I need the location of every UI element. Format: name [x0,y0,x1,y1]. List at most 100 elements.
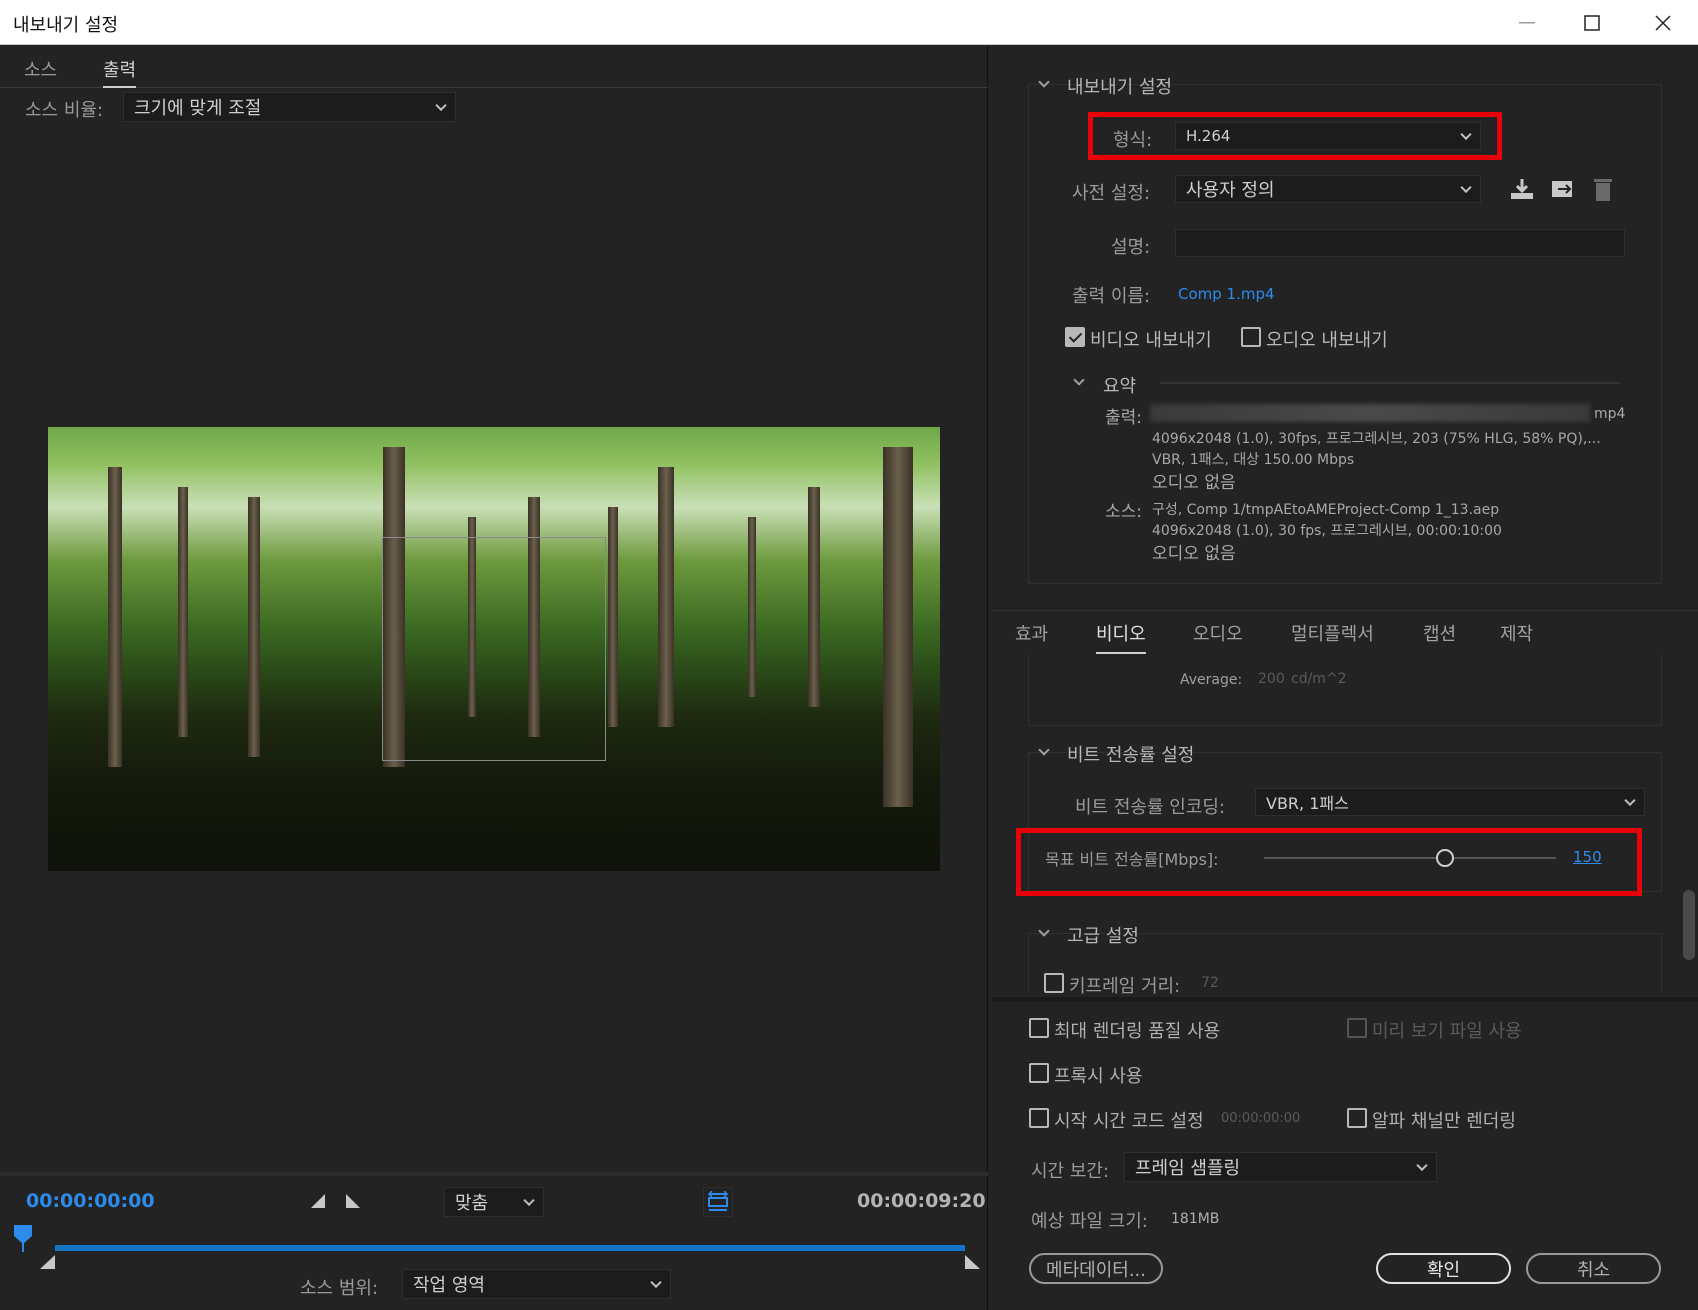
bitrate-encoding-dropdown[interactable]: VBR, 1패스 [1255,788,1645,816]
tab-multiplexer[interactable]: 멀티플렉서 [1291,620,1374,646]
bitrate-encoding-value: VBR, 1패스 [1266,794,1349,813]
advanced-header[interactable]: 고급 설정 [1067,922,1139,948]
summary-output-label: 출력: [1105,408,1143,428]
export-audio-checkbox[interactable] [1241,327,1261,347]
summary-output-line3: 오디오 없음 [1152,473,1236,493]
output-name-label: 출력 이름: [1072,286,1151,307]
preset-value: 사용자 정의 [1186,180,1275,201]
output-name-link[interactable]: Comp 1.mp4 [1178,285,1275,303]
title-bar [0,0,1698,45]
keyframe-distance-value[interactable]: 72 [1201,975,1219,991]
metadata-button[interactable]: 메타데이터... [1029,1253,1163,1284]
chevron-down-icon [523,1194,535,1207]
preview-tabs [0,46,988,88]
scrollbar-thumb[interactable] [1683,890,1695,960]
preset-dropdown[interactable]: 사용자 정의 [1175,175,1481,203]
window-title: 내보내기 설정 [13,15,119,36]
keyframe-distance-label: 키프레임 거리: [1069,976,1181,997]
max-render-quality-checkbox[interactable] [1029,1018,1049,1038]
use-proxies-checkbox[interactable] [1029,1063,1049,1083]
bitrate-encoding-label: 비트 전송률 인코딩: [1075,797,1225,818]
close-icon[interactable] [1628,0,1698,45]
comments-label: 설명: [1111,237,1151,258]
summary-divider [1160,382,1620,384]
export-video-checkbox[interactable] [1065,327,1085,347]
delete-preset-icon[interactable] [1592,176,1614,207]
summary-source-line1: 구성, Comp 1/tmpAEtoAMEProject-Comp 1_13.a… [1152,502,1500,518]
tab-captions[interactable]: 캡션 [1423,620,1456,646]
tabs-divider [992,610,1698,611]
keyframe-distance-checkbox[interactable] [1044,973,1064,993]
summary-output-line1: 4096x2048 (1.0), 30fps, 프로그레시브, 203 (75%… [1152,431,1601,447]
preset-label: 사전 설정: [1072,183,1151,204]
bitrate-header[interactable]: 비트 전송률 설정 [1067,741,1194,767]
playhead-icon[interactable] [13,1224,33,1257]
average-value[interactable]: 200 [1258,671,1285,687]
target-bitrate-label: 목표 비트 전송률[Mbps]: [1045,850,1219,869]
work-area-start-handle[interactable] [40,1254,56,1274]
import-preset-icon[interactable] [1550,177,1576,206]
cancel-button[interactable]: 취소 [1526,1253,1661,1284]
average-label: Average: [1180,672,1243,688]
target-bitrate-slider[interactable] [1264,849,1556,867]
use-previews-checkbox[interactable] [1347,1018,1367,1038]
source-range-value: 작업 영역 [413,1275,485,1296]
tab-output[interactable]: 출력 [103,56,137,88]
ok-button[interactable]: 확인 [1376,1253,1511,1284]
zoom-value: 맞춤 [455,1193,489,1214]
zoom-dropdown[interactable]: 맞춤 [444,1187,544,1217]
export-settings-header[interactable]: 내보내기 설정 [1067,73,1172,99]
render-alpha-only-checkbox[interactable] [1347,1108,1367,1128]
chevron-down-icon [435,99,447,112]
export-video-label: 비디오 내보내기 [1090,330,1212,351]
summary-source-label: 소스: [1105,502,1143,522]
current-timecode[interactable]: 00:00:00:00 [26,1190,155,1212]
tab-source[interactable]: 소스 [24,56,57,82]
maximize-icon[interactable] [1557,0,1627,45]
bottom-divider [992,997,1698,1002]
source-range-dropdown[interactable]: 작업 영역 [402,1269,671,1299]
timeline-divider [0,1172,988,1176]
chevron-down-icon [650,1276,662,1289]
crop-frame [382,537,606,761]
chevron-down-icon [1416,1159,1428,1172]
set-out-point-icon[interactable] [344,1193,362,1214]
duration-timecode: 00:00:09:20 [857,1190,986,1212]
max-render-quality-label: 최대 렌더링 품질 사용 [1054,1021,1221,1042]
tab-publish[interactable]: 제작 [1500,620,1533,646]
use-previews-label: 미리 보기 파일 사용 [1372,1021,1522,1042]
slider-thumb[interactable] [1436,849,1455,867]
set-start-timecode-label: 시작 시간 코드 설정 [1054,1111,1204,1132]
minimize-icon[interactable] [1492,0,1562,45]
output-path-tail: mp4 [1594,406,1626,422]
start-timecode-value[interactable]: 00:00:00:00 [1221,1111,1300,1126]
chevron-down-icon [1460,181,1472,194]
work-area-end-handle[interactable] [964,1254,980,1274]
summary-source-line2: 4096x2048 (1.0), 30 fps, 프로그레시브, 00:00:1… [1152,523,1502,539]
tab-video[interactable]: 비디오 [1096,620,1146,654]
source-range-label: 소스 범위: [300,1278,379,1299]
comments-input[interactable] [1175,229,1625,257]
source-scaling-label: 소스 비율: [25,100,104,121]
render-alpha-only-label: 알파 채널만 렌더링 [1372,1111,1516,1132]
aspect-correction-icon[interactable] [703,1187,733,1217]
source-scaling-dropdown[interactable]: 크기에 맞게 조절 [123,92,456,122]
use-proxies-label: 프록시 사용 [1054,1066,1143,1087]
time-interpolation-dropdown[interactable]: 프레임 샘플링 [1124,1152,1437,1182]
hdr-section [1028,655,1662,726]
chevron-down-icon [1624,794,1636,807]
set-start-timecode-checkbox[interactable] [1029,1108,1049,1128]
format-highlight [1088,112,1502,160]
estimated-size-label: 예상 파일 크기: [1031,1211,1148,1232]
work-area-bar[interactable] [55,1245,965,1251]
output-path-redacted [1150,404,1590,422]
average-unit: cd/m^2 [1291,671,1347,687]
source-scaling-value: 크기에 맞게 조절 [134,98,262,119]
save-preset-icon[interactable] [1509,177,1535,206]
tab-effects[interactable]: 효과 [1015,620,1048,646]
target-bitrate-value[interactable]: 150 [1573,848,1602,866]
estimated-size-value: 181MB [1171,1211,1220,1227]
set-in-point-icon[interactable] [309,1193,327,1214]
summary-header[interactable]: 요약 [1103,372,1136,398]
tab-audio[interactable]: 오디오 [1193,620,1243,646]
